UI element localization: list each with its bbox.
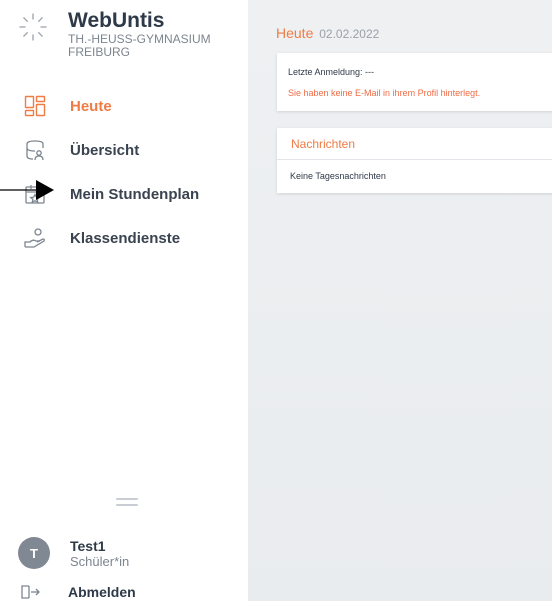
logout-button[interactable]: Abmelden <box>20 584 136 600</box>
user-name: Test1 <box>70 537 106 554</box>
user-text: Test1 Schüler*in <box>70 538 129 569</box>
login-info-card: Letzte Anmeldung: --- Sie haben keine E-… <box>277 53 552 111</box>
page-date: 02.02.2022 <box>319 27 380 41</box>
nav-label-heute: Heute <box>70 97 112 115</box>
nav-item-klassendienste[interactable]: Klassendienste <box>0 216 248 260</box>
handle-line-bottom <box>116 504 138 506</box>
nav-item-uebersicht[interactable]: Übersicht <box>0 128 248 172</box>
school-name-line2: FREIBURG <box>68 45 131 59</box>
annotation-arrow-icon <box>0 180 54 200</box>
news-card: Nachrichten Keine Tagesnachrichten <box>277 128 552 193</box>
news-card-title: Nachrichten <box>291 137 356 151</box>
page-title-text: Heute <box>276 25 314 41</box>
overview-stack-icon <box>26 140 44 161</box>
dashboard-grid-icon <box>24 95 46 117</box>
handle-line-top <box>116 498 138 500</box>
webuntis-logo-icon <box>19 13 47 41</box>
nav-label-klassendienste: Klassendienste <box>70 229 181 247</box>
school-name-line1: TH.-HEUSS-GYMNASIUM <box>68 32 211 46</box>
news-card-header: Nachrichten <box>277 128 552 160</box>
main-content: Heute 02.02.2022 Letzte Anmeldung: --- S… <box>248 0 552 601</box>
nav-label-uebersicht: Übersicht <box>70 141 140 159</box>
class-duty-icon <box>24 228 45 248</box>
last-login-text: Letzte Anmeldung: --- <box>288 67 375 77</box>
nav-label-mein-stundenplan: Mein Stundenplan <box>70 185 200 203</box>
sidebar-collapse-handle[interactable] <box>116 498 138 508</box>
nav-item-heute[interactable]: Heute <box>0 84 248 128</box>
sidebar: WebUntis TH.-HEUSS-GYMNASIUM FREIBURG He… <box>0 0 248 601</box>
news-empty-text: Keine Tagesnachrichten <box>290 171 386 181</box>
avatar: T <box>18 537 50 569</box>
brand-name: WebUntis <box>68 9 165 32</box>
email-warning-link[interactable]: Sie haben keine E-Mail in ihrem Profil h… <box>288 88 480 98</box>
user-profile[interactable]: T Test1 Schüler*in <box>18 537 129 569</box>
main-navigation: Heute Übersicht Mein Stundenplan Klassen… <box>0 84 248 260</box>
app-window: WebUntis TH.-HEUSS-GYMNASIUM FREIBURG He… <box>0 0 552 601</box>
brand-text: WebUntis TH.-HEUSS-GYMNASIUM FREIBURG <box>68 9 211 59</box>
logout-icon <box>21 585 40 599</box>
brand[interactable]: WebUntis TH.-HEUSS-GYMNASIUM FREIBURG <box>18 10 211 58</box>
logout-label: Abmelden <box>68 584 136 600</box>
page-title: Heute 02.02.2022 <box>276 25 379 41</box>
user-role: Schüler*in <box>70 553 130 569</box>
